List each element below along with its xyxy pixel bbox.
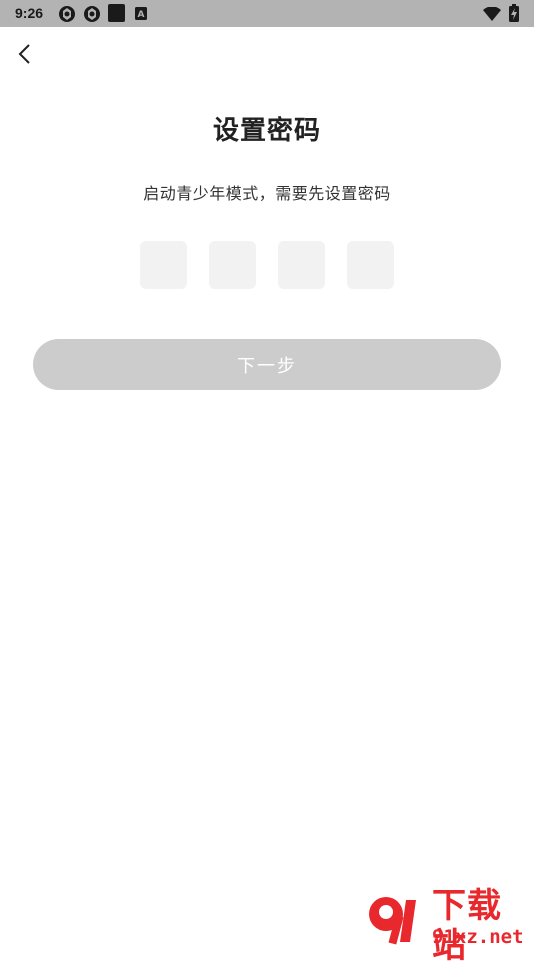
status-bar: 9:26 A <box>0 0 534 27</box>
next-button[interactable]: 下一步 <box>33 339 501 390</box>
aperture-icon <box>59 6 75 22</box>
status-time: 9:26 <box>15 5 44 21</box>
square-notification-icon <box>108 4 125 22</box>
svg-text:A: A <box>138 10 145 20</box>
pin-digit-2[interactable] <box>209 241 256 289</box>
letter-a-notification-icon: A <box>135 7 147 20</box>
aperture-icon-2 <box>84 6 100 22</box>
chevron-left-icon <box>18 44 30 64</box>
back-button[interactable] <box>10 40 38 68</box>
pin-digit-3[interactable] <box>278 241 325 289</box>
pin-digit-1[interactable] <box>140 241 187 289</box>
pin-digit-4[interactable] <box>347 241 394 289</box>
page-subtitle: 启动青少年模式，需要先设置密码 <box>143 184 391 203</box>
watermark-logo: 下载站 91xz.net <box>362 886 534 966</box>
watermark-url: 91xz.net <box>432 926 524 948</box>
page-title: 设置密码 <box>212 116 321 146</box>
battery-charging-icon <box>509 4 519 22</box>
wifi-icon <box>483 7 501 21</box>
